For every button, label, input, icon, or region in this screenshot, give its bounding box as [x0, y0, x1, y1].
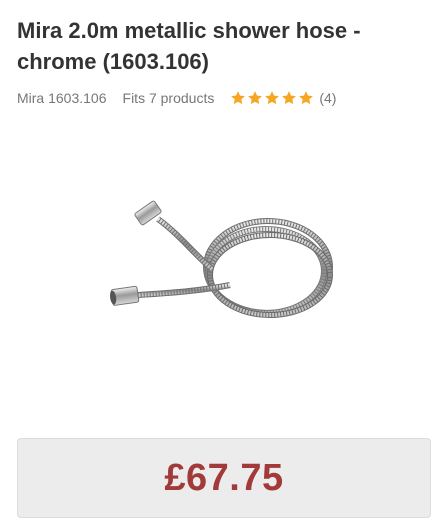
rating-stars[interactable] [230, 90, 315, 106]
fits-products-link[interactable]: Fits 7 products [123, 90, 215, 106]
star-icon [282, 91, 297, 105]
product-meta: Mira 1603.106 Fits 7 products (4) [17, 87, 336, 109]
star-icon [231, 91, 246, 105]
price: £67.75 [164, 457, 284, 499]
product-code: Mira 1603.106 [17, 90, 107, 106]
product-title: Mira 2.0m metallic shower hose - chrome … [17, 18, 361, 74]
review-count[interactable]: (4) [319, 90, 336, 106]
price-box: £67.75 [17, 438, 431, 518]
star-icon [248, 91, 263, 105]
star-icon [299, 91, 314, 105]
shower-hose-image[interactable] [100, 195, 340, 335]
star-icon [265, 91, 280, 105]
